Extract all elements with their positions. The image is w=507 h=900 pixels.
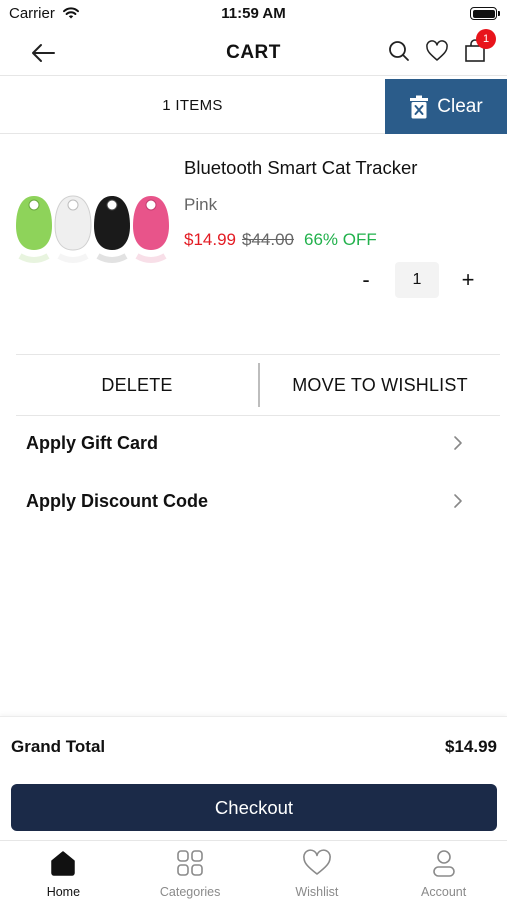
tab-account[interactable]: Account xyxy=(380,841,507,900)
account-icon xyxy=(429,848,459,878)
cart-button[interactable]: 1 xyxy=(463,29,496,64)
price-row: $14.99 $44.00 66% OFF xyxy=(184,230,377,250)
clear-label: Clear xyxy=(437,95,483,117)
grand-total-label: Grand Total xyxy=(11,737,106,756)
status-bar: Carrier 11:59 AM xyxy=(0,0,507,28)
search-button[interactable] xyxy=(387,38,411,64)
clear-cart-button[interactable]: Clear xyxy=(385,79,507,134)
product-variant: Pink xyxy=(184,195,218,214)
item-actions: DELETE MOVE TO WISHLIST xyxy=(16,354,500,416)
heart-icon xyxy=(426,40,448,61)
chevron-right-icon xyxy=(454,494,462,508)
tracker-white-image xyxy=(54,195,92,263)
chevron-right-icon xyxy=(454,436,462,450)
apply-gift-card-row[interactable]: Apply Gift Card xyxy=(0,416,507,472)
quantity-value: 1 xyxy=(395,262,439,298)
cart-item: Bluetooth Smart Cat Tracker Pink $14.99 … xyxy=(0,135,507,355)
heart-icon xyxy=(302,848,332,878)
checkout-footer: Grand Total $14.99 Checkout xyxy=(0,716,507,840)
price-original: $44.00 xyxy=(242,230,294,249)
status-time: 11:59 AM xyxy=(221,5,286,22)
discount-badge: 66% OFF xyxy=(304,230,377,249)
items-bar: 1 ITEMS Clear xyxy=(0,79,507,134)
wishlist-button[interactable] xyxy=(425,38,449,64)
tab-label: Home xyxy=(46,885,81,899)
decrease-quantity-button[interactable]: - xyxy=(352,267,380,293)
increase-quantity-button[interactable]: + xyxy=(454,267,482,293)
price-current: $14.99 xyxy=(184,230,236,249)
tracker-pink-image xyxy=(133,196,169,263)
gift-card-label: Apply Gift Card xyxy=(26,433,159,453)
tab-label: Wishlist xyxy=(295,885,339,899)
tab-wishlist[interactable]: Wishlist xyxy=(254,841,381,900)
tab-home[interactable]: Home xyxy=(0,841,127,900)
trash-icon xyxy=(410,95,429,118)
discount-code-label: Apply Discount Code xyxy=(26,491,209,511)
header: CART 1 xyxy=(0,29,507,76)
items-count: 1 ITEMS xyxy=(162,97,223,114)
tab-bar: Home Categories Wishlist Account xyxy=(0,840,507,900)
product-image[interactable] xyxy=(12,190,172,270)
tracker-green-image xyxy=(16,196,52,263)
tab-categories[interactable]: Categories xyxy=(127,841,254,900)
tab-label: Categories xyxy=(159,885,221,899)
tab-label: Account xyxy=(421,885,467,899)
grand-total-value: $14.99 xyxy=(445,737,497,756)
product-name[interactable]: Bluetooth Smart Cat Tracker xyxy=(184,157,417,179)
apply-discount-code-row[interactable]: Apply Discount Code xyxy=(0,474,507,530)
delete-button[interactable]: DELETE xyxy=(16,355,258,415)
search-icon xyxy=(389,41,409,61)
cart-badge: 1 xyxy=(476,29,496,49)
move-to-wishlist-button[interactable]: MOVE TO WISHLIST xyxy=(260,355,500,415)
battery-icon xyxy=(470,7,500,20)
tracker-black-image xyxy=(94,196,130,263)
quantity-stepper: - 1 + xyxy=(352,262,482,298)
home-icon xyxy=(48,848,78,878)
checkout-button[interactable]: Checkout xyxy=(11,784,497,831)
categories-icon xyxy=(175,848,205,878)
